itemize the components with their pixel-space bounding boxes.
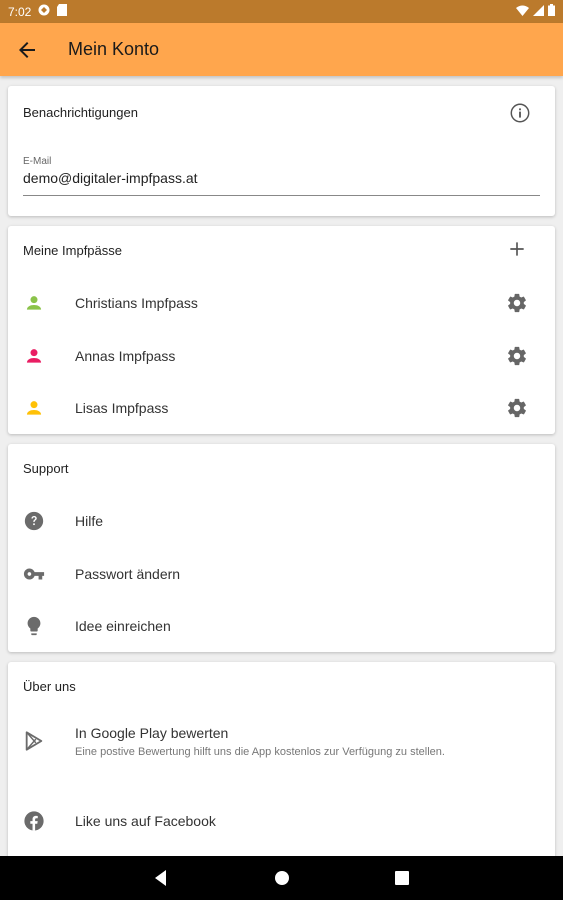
play-store-icon [22,729,46,753]
support-card: Support Hilfe Passwort ändern Idee einre… [8,444,555,652]
facebook-label: Like uns auf Facebook [75,813,216,829]
page-title: Mein Konto [68,39,160,59]
support-header: Support [23,461,69,476]
signal-icon [533,4,544,19]
back-arrow-icon[interactable] [15,38,39,62]
gear-icon[interactable] [506,292,528,314]
facebook-item[interactable]: Like uns auf Facebook [8,799,555,843]
info-icon[interactable] [509,102,531,124]
notifications-card: Benachrichtigungen E-Mail demo@digitaler… [8,86,555,216]
wifi-icon [516,5,529,19]
notification-icon [38,4,50,19]
recents-nav-icon[interactable] [392,868,412,888]
email-field-underline [23,195,540,196]
support-item-submit-idea[interactable]: Idee einreichen [8,604,555,648]
pass-item-label: Lisas Impfpass [75,400,169,416]
support-item-help[interactable]: Hilfe [8,499,555,543]
person-icon [22,396,46,420]
support-item-label: Idee einreichen [75,618,171,634]
about-card: Über uns In Google Play bewerten Eine po… [8,662,555,862]
gear-icon[interactable] [506,397,528,419]
status-time: 7:02 [8,4,32,19]
email-field[interactable]: demo@digitaler-impfpass.at [23,170,198,186]
pass-item-label: Christians Impfpass [75,295,198,311]
passes-header: Meine Impfpässe [23,243,122,258]
rate-google-play-subtitle: Eine postive Bewertung hilft uns die App… [75,746,445,758]
lightbulb-icon [22,614,46,638]
rate-google-play-title: In Google Play bewerten [75,725,229,741]
pass-item-christian[interactable]: Christians Impfpass [8,281,555,325]
home-nav-icon[interactable] [272,868,292,888]
support-item-label: Hilfe [75,513,104,529]
back-nav-icon[interactable] [151,868,171,888]
email-field-label: E-Mail [23,156,52,167]
support-item-label: Passwort ändern [75,566,181,582]
app-bar: Mein Konto [0,23,563,76]
help-icon [22,509,46,533]
notifications-header: Benachrichtigungen [23,105,138,120]
passes-card: Meine Impfpässe Christians Impfpass Anna… [8,226,555,434]
sd-card-icon [57,4,68,19]
gear-icon[interactable] [506,345,528,367]
add-icon[interactable] [507,239,527,259]
system-navigation-bar [0,856,563,900]
facebook-icon [22,809,46,833]
person-icon [22,344,46,368]
pass-item-anna[interactable]: Annas Impfpass [8,334,555,378]
about-header: Über uns [23,679,76,694]
support-item-change-password[interactable]: Passwort ändern [8,552,555,596]
status-bar: 7:02 [0,0,563,23]
pass-item-label: Annas Impfpass [75,348,176,364]
rate-google-play-item[interactable]: In Google Play bewerten Eine postive Bew… [8,714,555,764]
battery-icon [548,4,555,19]
person-icon [22,291,46,315]
key-icon [22,562,46,586]
pass-item-lisa[interactable]: Lisas Impfpass [8,386,555,430]
